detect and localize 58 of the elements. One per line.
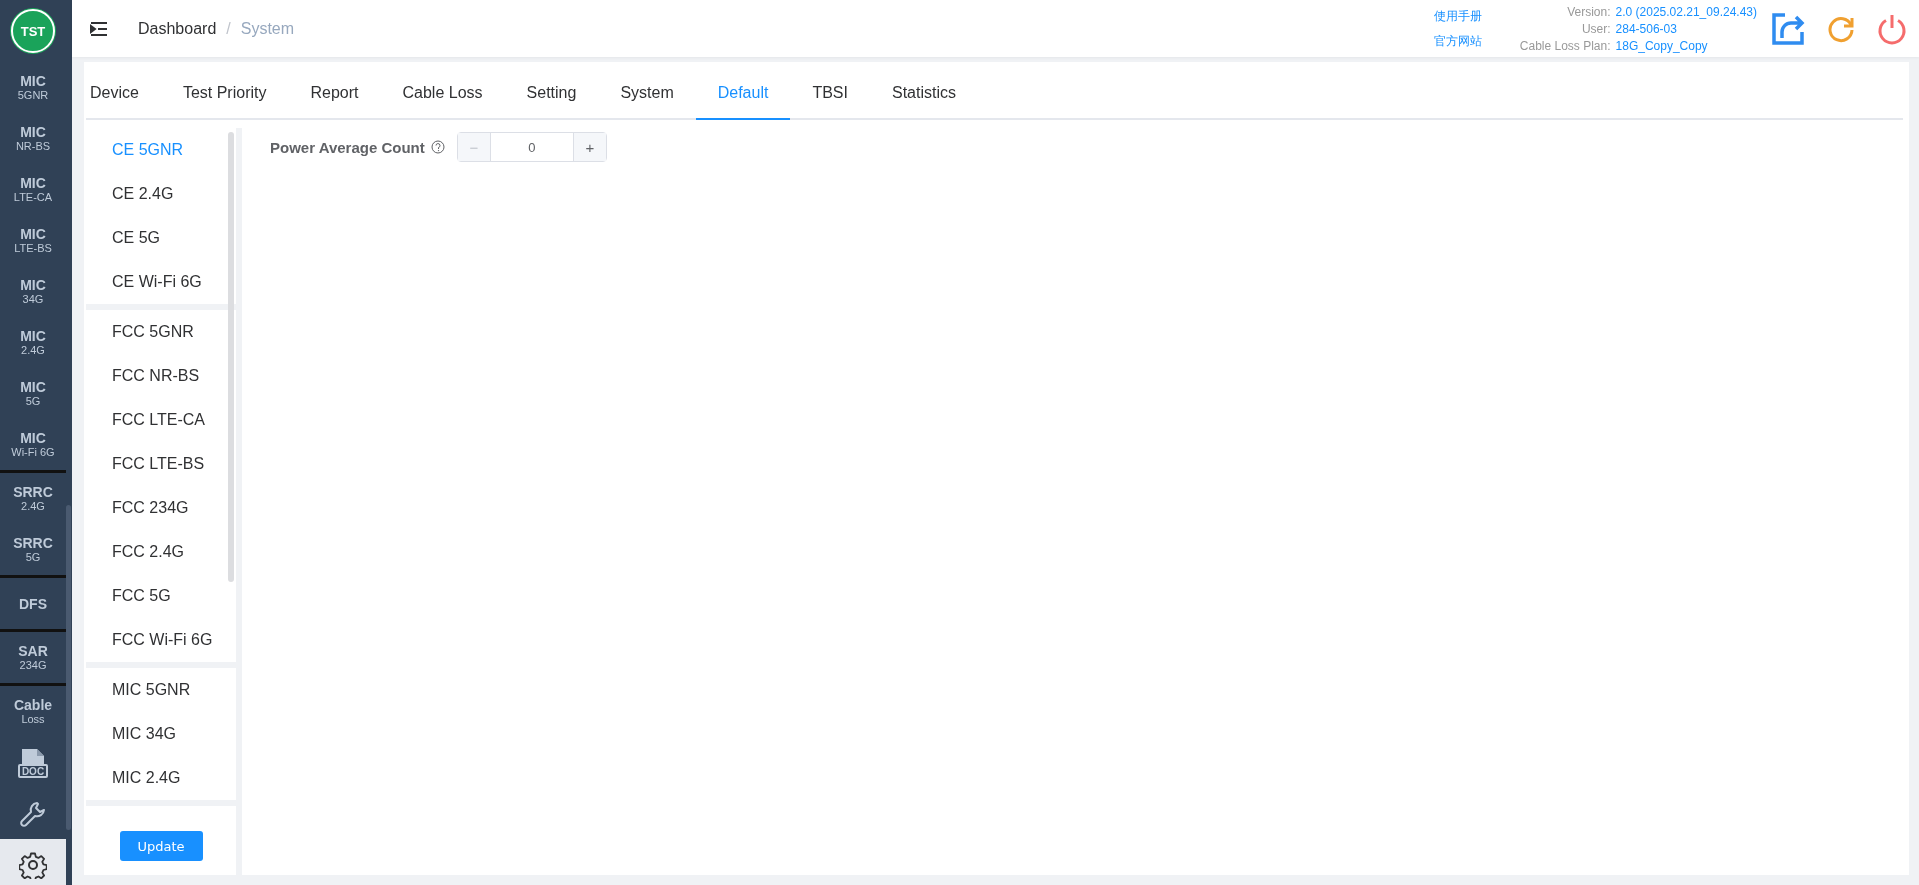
list-item[interactable]: FCC 2.4G [86,530,236,574]
sidebar-item[interactable]: SRRC 5G [0,524,66,575]
list-item[interactable]: CE 5G [86,216,236,260]
sidebar-item[interactable]: MIC LTE-BS [0,215,66,266]
sidebar-item[interactable]: MIC Wi-Fi 6G [0,419,66,470]
tab[interactable]: System [598,68,696,120]
field-label: Power Average Count [270,138,425,156]
tab[interactable]: Statistics [870,68,978,120]
tab[interactable]: Setting [504,68,599,120]
sidebar-item[interactable]: DFS [0,578,66,629]
list-item[interactable]: FCC 234G [86,486,236,530]
list-item[interactable]: FCC 5G [86,574,236,618]
breadcrumb-item: System [240,19,295,38]
list-item[interactable]: FCC NR-BS [86,354,236,398]
sidebar-item[interactable]: SAR 234G [0,632,66,683]
export-icon[interactable] [1771,11,1805,46]
list-item[interactable]: FCC LTE-BS [86,442,236,486]
list-item[interactable]: CE Wi-Fi 6G [86,260,236,304]
increment-button[interactable]: + [572,133,606,161]
sidebar-item[interactable]: MIC LTE-CA [0,164,66,215]
list-item[interactable]: FCC Wi-Fi 6G [86,618,236,662]
sidebar-item[interactable]: SRRC 2.4G [0,473,66,524]
list-item[interactable]: CE 2.4G [86,172,236,216]
menu-icon[interactable] [90,20,108,37]
breadcrumb-item[interactable]: Dashboard [138,19,217,38]
tab[interactable]: Report [288,68,381,120]
info-label: Cable Loss Plan: [1519,37,1611,54]
breadcrumb-separator: / [226,19,231,38]
info-value: 2.0 (2025.02.21_09.24.43) [1615,3,1757,20]
tab[interactable]: Cable Loss [380,68,505,120]
tab[interactable]: TBSI [790,68,870,120]
list-item[interactable]: FCC 5GNR [86,310,236,354]
sidebar-item[interactable]: MIC 2.4G [0,317,66,368]
info-label: Version: [1566,3,1611,20]
tab[interactable]: Test Priority [160,68,289,120]
list-item[interactable]: MIC 5GNR [86,668,236,712]
number-value: 0 [527,138,537,157]
sidebar-item[interactable]: Cable Loss [0,686,66,737]
sidebar-item[interactable]: MIC 34G [0,266,66,317]
tab[interactable]: Device [86,68,161,120]
refresh-icon[interactable] [1827,14,1855,43]
sidebar-item[interactable]: MIC 5G [0,368,66,419]
settings-icon [19,850,47,879]
help-icon[interactable] [430,140,445,154]
power-icon[interactable] [1877,12,1907,45]
info-value: 18G_Copy_Copy [1615,37,1709,54]
list-item[interactable]: FCC LTE-CA [86,398,236,442]
sidebar-item[interactable]: MIC NR-BS [0,113,66,164]
list-item[interactable]: MIC 34G [86,712,236,756]
sidebar-item[interactable] [0,839,66,885]
number-input[interactable]: − 0 + [456,132,607,162]
sidebar-item[interactable]: MIC 5GNR [0,62,66,113]
sidebar-item[interactable]: DOC [0,737,66,788]
logo: TST [11,9,55,53]
info-label: User: [1580,20,1611,37]
info-value: 284-506-03 [1615,20,1678,37]
list-item[interactable]: MIC 2.4G [86,756,236,800]
wrench-icon [19,799,47,828]
